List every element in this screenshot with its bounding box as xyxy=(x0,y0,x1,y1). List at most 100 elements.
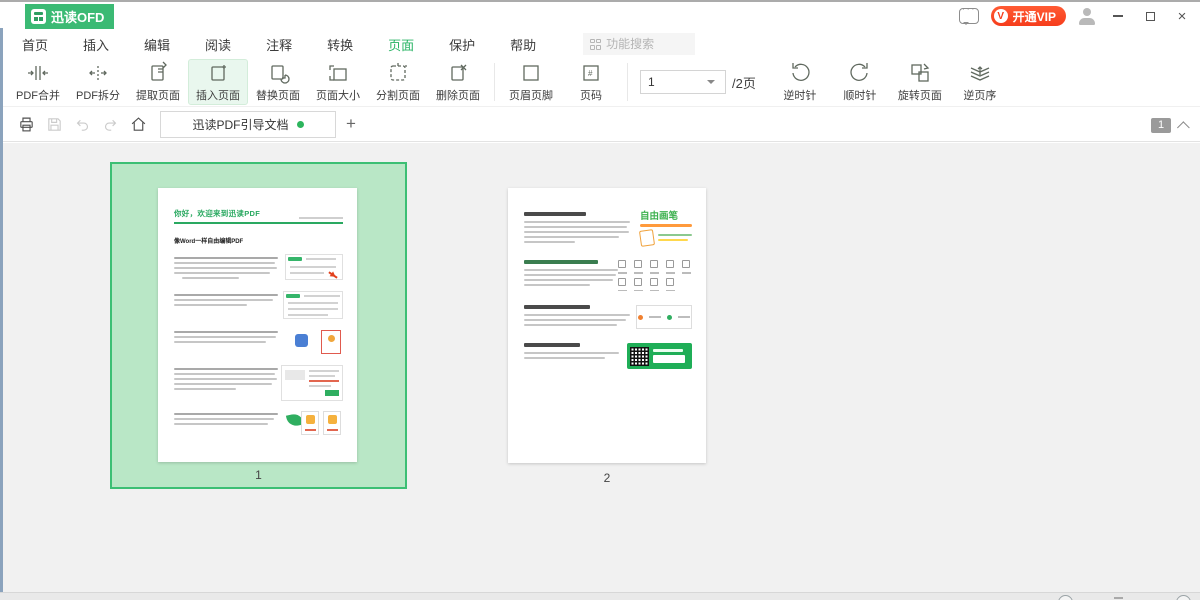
undo-icon xyxy=(74,116,91,133)
page1-paragraph-4 xyxy=(174,365,343,401)
app-name: 迅读OFD xyxy=(51,7,104,26)
rotate-ccw-button[interactable]: 逆时针 xyxy=(770,59,830,105)
menu-home[interactable]: 首页 xyxy=(20,31,50,58)
page-1-sheet[interactable]: 你好，欢迎来到迅读PDF 像Word一样自由编辑PDF xyxy=(158,188,357,462)
menu-protect[interactable]: 保护 xyxy=(447,31,477,58)
page1-paragraph-3 xyxy=(174,328,343,356)
app-badge: 迅读OFD xyxy=(25,4,114,29)
app-window: 迅读OFD V 开通VIP × 首页 插入 编辑 阅读 注释 转换 页面 保护 … xyxy=(0,0,1200,600)
page-2-number: 2 xyxy=(508,471,706,485)
page-thumbnail-2[interactable]: 自由画笔 xyxy=(508,188,706,463)
rotate-cw-button[interactable]: 顺时针 xyxy=(830,59,890,105)
page1-title: 你好，欢迎来到迅读PDF xyxy=(174,208,260,219)
printer-icon xyxy=(18,116,35,133)
chevron-down-icon[interactable] xyxy=(707,80,715,88)
insert-page-icon xyxy=(206,61,230,85)
quick-access-bar: 迅读PDF引导文档 + 1 xyxy=(0,106,1200,142)
thumbnail-count-badge: 1 xyxy=(1151,118,1171,133)
page1-figure-1 xyxy=(285,254,343,280)
feedback-chat-icon[interactable] xyxy=(959,8,979,24)
document-tab[interactable]: 迅读PDF引导文档 xyxy=(160,111,336,138)
zoom-slider-handle[interactable] xyxy=(1114,597,1123,599)
page-size-button[interactable]: 页面大小 xyxy=(308,59,368,105)
pdf-split-button[interactable]: PDF拆分 xyxy=(68,59,128,105)
menu-page[interactable]: 页面 xyxy=(386,31,416,58)
reverse-order-icon xyxy=(968,61,992,85)
page-1-number: 1 xyxy=(112,468,405,482)
undo-button[interactable] xyxy=(68,112,96,136)
page1-heading: 像Word一样自由编辑PDF xyxy=(174,236,343,245)
maximize-button[interactable] xyxy=(1140,6,1160,26)
header-footer-icon xyxy=(519,61,543,85)
insert-page-button[interactable]: 插入页面 xyxy=(188,59,248,105)
delete-page-button[interactable]: 删除页面 xyxy=(428,59,488,105)
menu-bar: 首页 插入 编辑 阅读 注释 转换 页面 保护 帮助 xyxy=(0,30,1200,58)
page1-figure-3 xyxy=(293,328,343,356)
minimize-icon xyxy=(1113,15,1123,17)
page1-paragraph-5 xyxy=(174,410,343,438)
vip-label: 开通VIP xyxy=(1013,8,1056,25)
svg-text:#: # xyxy=(588,69,593,78)
save-button[interactable] xyxy=(40,112,68,136)
page1-paragraph-2 xyxy=(174,291,343,319)
home-button[interactable] xyxy=(124,112,152,136)
menu-annotate[interactable]: 注释 xyxy=(264,31,294,58)
menu-read[interactable]: 阅读 xyxy=(203,31,233,58)
save-icon xyxy=(46,116,63,133)
app-logo-icon xyxy=(31,9,46,24)
unsaved-dot-icon xyxy=(297,121,304,128)
page-total-label: /2页 xyxy=(732,73,756,92)
page2-section-1: 自由画笔 xyxy=(524,212,692,246)
page2-freebrush-graphic: 自由画笔 xyxy=(640,212,692,246)
zoom-out-icon[interactable] xyxy=(1058,595,1073,600)
search-grid-icon xyxy=(590,39,601,50)
extract-page-button[interactable]: 提取页面 xyxy=(128,59,188,105)
merge-icon xyxy=(26,61,50,85)
page1-paragraph-1 xyxy=(174,254,343,282)
titlebar: 迅读OFD V 开通VIP × xyxy=(0,2,1200,30)
replace-page-icon xyxy=(266,61,290,85)
page2-qr-banner xyxy=(627,343,692,369)
page-number-button[interactable]: # 页码 xyxy=(561,59,621,105)
print-button[interactable] xyxy=(12,112,40,136)
menu-edit[interactable]: 编辑 xyxy=(142,31,172,58)
home-icon xyxy=(130,116,147,133)
toolbar-separator xyxy=(627,63,628,101)
toolbar-separator xyxy=(494,63,495,101)
page-thumbnail-1[interactable]: 你好，欢迎来到迅读PDF 像Word一样自由编辑PDF xyxy=(110,162,407,489)
search-input[interactable] xyxy=(606,37,686,51)
rotate-page-icon xyxy=(908,61,932,85)
qr-code xyxy=(630,347,649,366)
page2-member-card xyxy=(636,305,692,329)
menu-help[interactable]: 帮助 xyxy=(508,31,538,58)
document-tab-title: 迅读PDF引导文档 xyxy=(192,116,288,133)
page1-figure-4 xyxy=(281,365,343,401)
menu-insert[interactable]: 插入 xyxy=(81,31,111,58)
window-edge xyxy=(0,28,3,592)
thumbnail-canvas[interactable]: 你好，欢迎来到迅读PDF 像Word一样自由编辑PDF xyxy=(0,143,1200,594)
collapse-toolbar-icon[interactable] xyxy=(1177,121,1190,134)
replace-page-button[interactable]: 替换页面 xyxy=(248,59,308,105)
zoom-in-icon[interactable] xyxy=(1176,595,1191,600)
minimize-button[interactable] xyxy=(1108,6,1128,26)
page-number-input[interactable] xyxy=(641,75,707,89)
page1-figure-5 xyxy=(285,410,343,438)
avatar-icon[interactable] xyxy=(1078,7,1096,25)
reverse-order-button[interactable]: 逆页序 xyxy=(950,59,1010,105)
page1-subtitle-placeholder xyxy=(299,217,343,219)
header-footer-button[interactable]: 页眉页脚 xyxy=(501,59,561,105)
rotate-page-button[interactable]: 旋转页面 xyxy=(890,59,950,105)
close-button[interactable]: × xyxy=(1172,6,1192,26)
menu-convert[interactable]: 转换 xyxy=(325,31,355,58)
page-input-wrap xyxy=(640,70,726,94)
redo-icon xyxy=(102,116,119,133)
redo-button[interactable] xyxy=(96,112,124,136)
function-search[interactable] xyxy=(583,33,695,55)
new-tab-button[interactable]: + xyxy=(346,114,356,134)
pdf-merge-button[interactable]: PDF合并 xyxy=(8,59,68,105)
split-icon xyxy=(86,61,110,85)
page1-figure-2 xyxy=(283,291,343,319)
page-number-icon: # xyxy=(579,61,603,85)
vip-button[interactable]: V 开通VIP xyxy=(991,6,1066,26)
divide-page-button[interactable]: 分割页面 xyxy=(368,59,428,105)
